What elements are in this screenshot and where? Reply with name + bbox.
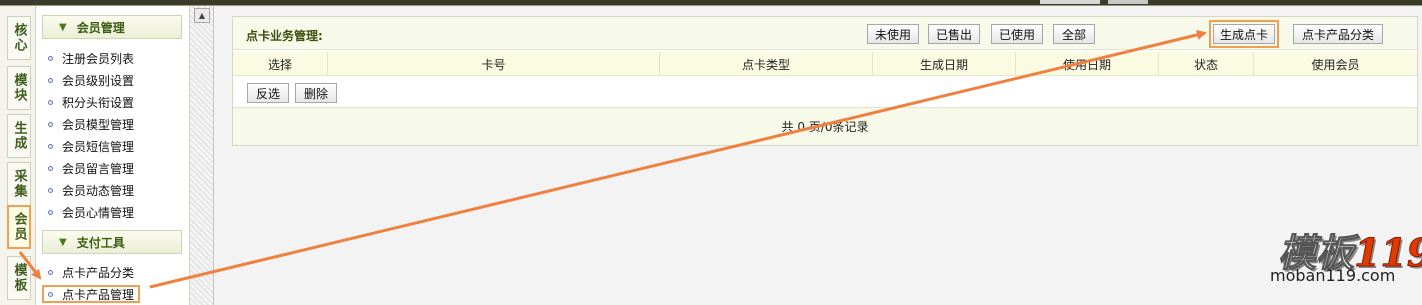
sidebar-item-member-messages[interactable]: 会员留言管理 <box>48 159 134 177</box>
table-header: 选择 卡号 点卡类型 生成日期 使用日期 状态 使用会员 <box>233 52 1417 76</box>
sidebar-item-label: 会员模型管理 <box>62 117 135 132</box>
sidebar-item-label: 积分头衔设置 <box>62 95 135 110</box>
bullet-icon <box>48 99 53 105</box>
top-search-input[interactable] <box>1040 0 1100 4</box>
tab-templates[interactable]: 模板 <box>7 256 31 300</box>
tab-label: 采集 <box>11 169 27 199</box>
card-management-panel: 点卡业务管理: 未使用 已售出 已使用 全部 生成点卡 点卡产品分类 选择 卡号… <box>232 16 1418 146</box>
tab-label: 会员 <box>11 212 27 242</box>
tab-core[interactable]: 核心 <box>7 16 31 60</box>
top-search-button[interactable] <box>1108 0 1148 4</box>
tab-label: 生成 <box>11 121 27 151</box>
bullet-icon <box>48 143 53 149</box>
generate-card-button[interactable]: 生成点卡 <box>1209 20 1279 48</box>
tab-collect[interactable]: 采集 <box>7 162 31 206</box>
sidebar-item-points-titles[interactable]: 积分头衔设置 <box>48 93 134 111</box>
section-header-payment-tools[interactable]: ▼ 支付工具 <box>42 230 182 254</box>
section-title: 会员管理 <box>76 20 125 35</box>
bullet-icon <box>48 209 53 215</box>
tab-generate[interactable]: 生成 <box>7 114 31 158</box>
tab-modules[interactable]: 模块 <box>7 66 31 110</box>
scroll-up-icon[interactable]: ▲ <box>194 8 210 23</box>
col-select: 选择 <box>233 52 328 76</box>
sidebar-item-member-models[interactable]: 会员模型管理 <box>48 115 134 133</box>
sidebar-item-card-categories[interactable]: 点卡产品分类 <box>48 263 134 281</box>
section-header-member-management[interactable]: ▼ 会员管理 <box>42 15 182 39</box>
sidebar-item-label: 会员短信管理 <box>62 139 135 154</box>
tab-members[interactable]: 会员 <box>7 205 31 249</box>
sidebar-item-member-activity[interactable]: 会员动态管理 <box>48 181 134 199</box>
sidebar-item-label: 注册会员列表 <box>62 51 135 66</box>
tab-label: 核心 <box>11 23 27 53</box>
bullet-icon <box>48 121 53 127</box>
watermark: 模板119 moban119.com <box>1270 222 1422 292</box>
sidebar-item-member-list[interactable]: 注册会员列表 <box>48 49 134 67</box>
sidebar-item-label: 会员留言管理 <box>62 161 135 176</box>
collapse-triangle-icon: ▼ <box>59 21 67 33</box>
delete-button[interactable]: 删除 <box>295 83 337 103</box>
pagination-summary: 共 0 页/0条记录 <box>233 107 1417 145</box>
bullet-icon <box>48 269 53 275</box>
bullet-icon <box>48 55 53 61</box>
tab-label: 模板 <box>11 263 27 293</box>
bullet-icon <box>48 187 53 193</box>
sidebar-item-label: 点卡产品管理 <box>62 287 135 302</box>
sidebar-item-member-sms[interactable]: 会员短信管理 <box>48 137 134 155</box>
main-nav-tabs: 核心 模块 生成 采集 会员 模板 <box>0 6 36 305</box>
filter-all-button[interactable]: 全部 <box>1053 24 1095 44</box>
filter-unused-button[interactable]: 未使用 <box>867 24 919 44</box>
bullet-icon <box>48 291 53 297</box>
filter-sold-button[interactable]: 已售出 <box>928 24 980 44</box>
invert-selection-button[interactable]: 反选 <box>247 83 289 103</box>
sidebar-item-member-mood[interactable]: 会员心情管理 <box>48 203 134 221</box>
panel-header: 点卡业务管理: 未使用 已售出 已使用 全部 生成点卡 点卡产品分类 <box>233 17 1417 50</box>
sidebar-item-card-products[interactable]: 点卡产品管理 <box>42 285 141 303</box>
col-used-by: 使用会员 <box>1311 57 1360 72</box>
sidebar-item-label: 点卡产品分类 <box>62 265 135 280</box>
filter-used-button[interactable]: 已使用 <box>991 24 1043 44</box>
sidebar-item-member-levels[interactable]: 会员级别设置 <box>48 71 134 89</box>
col-status: 状态 <box>1159 52 1254 76</box>
col-created-date: 生成日期 <box>873 52 1016 76</box>
watermark-url: moban119.com <box>1270 266 1396 285</box>
bullet-icon <box>48 165 53 171</box>
sidebar-item-label: 会员动态管理 <box>62 183 135 198</box>
table-actions: 反选 删除 <box>233 77 1417 107</box>
col-used-date: 使用日期 <box>1016 52 1159 76</box>
card-category-button[interactable]: 点卡产品分类 <box>1293 24 1383 44</box>
sidebar: ▼ 会员管理 注册会员列表 会员级别设置 积分头衔设置 会员模型管理 会员短信管… <box>36 6 190 305</box>
collapse-triangle-icon: ▼ <box>59 236 67 248</box>
section-title: 支付工具 <box>76 235 125 250</box>
col-card-type: 点卡类型 <box>660 52 873 76</box>
tab-label: 模块 <box>11 73 27 103</box>
col-card-number: 卡号 <box>328 52 660 76</box>
sidebar-item-label: 会员心情管理 <box>62 205 135 220</box>
bullet-icon <box>48 77 53 83</box>
sidebar-item-label: 会员级别设置 <box>62 73 135 88</box>
panel-title: 点卡业务管理: <box>246 29 323 43</box>
sidebar-scrollbar[interactable]: ▲ <box>190 6 214 305</box>
